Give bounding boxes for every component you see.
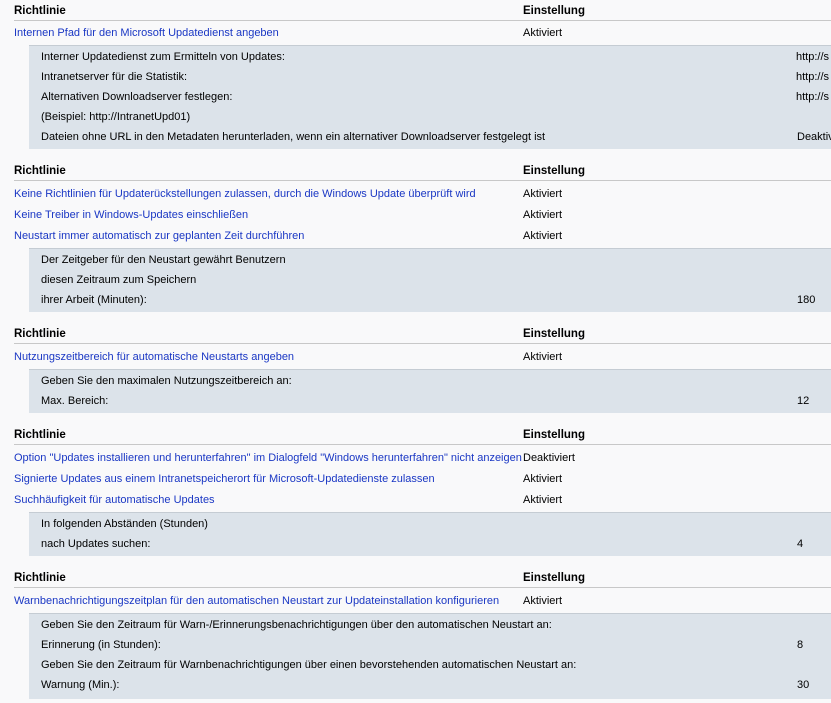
column-header-setting: Einstellung xyxy=(523,429,585,441)
detail-label: Warnung (Min.): xyxy=(41,679,120,691)
detail-label: Der Zeitgeber für den Neustart gewährt B… xyxy=(41,254,286,266)
column-header-policy: Richtlinie xyxy=(14,572,66,584)
policy-row[interactable]: Nutzungszeitbereich für automatische Neu… xyxy=(14,348,831,366)
policy-link[interactable]: Suchhäufigkeit für automatische Updates xyxy=(14,494,215,506)
policy-detail-box: Geben Sie den Zeitraum für Warn-/Erinner… xyxy=(29,613,831,699)
detail-label: Geben Sie den Zeitraum für Warn-/Erinner… xyxy=(41,619,552,631)
detail-value: http://s xyxy=(796,71,830,83)
detail-value: 4 xyxy=(797,538,804,550)
detail-value: http://s xyxy=(796,91,830,103)
policy-setting: Aktiviert xyxy=(523,188,563,200)
detail-label: Dateien ohne URL in den Metadaten herunt… xyxy=(41,131,546,143)
policy-row[interactable]: Keine Treiber in Windows-Updates einschl… xyxy=(14,206,831,224)
column-header-setting: Einstellung xyxy=(523,572,585,584)
column-header-setting: Einstellung xyxy=(523,328,585,340)
policy-detail-box: Der Zeitgeber für den Neustart gewährt B… xyxy=(29,248,831,312)
column-header-policy: Richtlinie xyxy=(14,165,66,177)
detail-value: 8 xyxy=(797,639,804,651)
policy-row[interactable]: Warnbenachrichtigungszeitplan für den au… xyxy=(14,592,831,610)
policy-setting: Aktiviert xyxy=(523,230,563,242)
policy-setting: Aktiviert xyxy=(523,27,563,39)
detail-value: Deaktiv xyxy=(797,131,831,143)
table-header: Richtlinie Einstellung xyxy=(14,163,831,181)
detail-label: (Beispiel: http://IntranetUpd01) xyxy=(41,111,191,123)
detail-label: Erinnerung (in Stunden): xyxy=(41,639,161,651)
detail-label: Geben Sie den maximalen Nutzungszeitbere… xyxy=(41,375,292,387)
column-header-policy: Richtlinie xyxy=(14,5,66,17)
policy-row[interactable]: Option "Updates installieren und herunte… xyxy=(14,449,831,467)
policy-detail-box: Geben Sie den maximalen Nutzungszeitbere… xyxy=(29,369,831,413)
detail-label: In folgenden Abständen (Stunden) xyxy=(41,518,208,530)
detail-value: 180 xyxy=(797,294,816,306)
table-header: Richtlinie Einstellung xyxy=(14,326,831,344)
table-header: Richtlinie Einstellung xyxy=(14,427,831,445)
detail-label: diesen Zeitraum zum Speichern xyxy=(41,274,197,286)
policy-setting: Aktiviert xyxy=(523,473,563,485)
policy-setting: Deaktiviert xyxy=(523,452,575,464)
policy-row[interactable]: Neustart immer automatisch zur geplanten… xyxy=(14,227,831,245)
policy-setting: Aktiviert xyxy=(523,595,563,607)
policy-row[interactable]: Suchhäufigkeit für automatische Updates … xyxy=(14,491,831,509)
column-header-setting: Einstellung xyxy=(523,165,585,177)
column-header-setting: Einstellung xyxy=(523,5,585,17)
policy-setting: Aktiviert xyxy=(523,209,563,221)
table-header: Richtlinie Einstellung xyxy=(14,570,831,588)
policy-link[interactable]: Warnbenachrichtigungszeitplan für den au… xyxy=(14,595,499,607)
detail-label: Interner Updatedienst zum Ermitteln von … xyxy=(41,51,285,63)
policy-link[interactable]: Internen Pfad für den Microsoft Updatedi… xyxy=(14,27,279,39)
policy-detail-box: In folgenden Abständen (Stunden) nach Up… xyxy=(29,512,831,556)
detail-value: 12 xyxy=(797,395,810,407)
policy-link[interactable]: Signierte Updates aus einem Intranetspei… xyxy=(14,473,435,485)
table-header: Richtlinie Einstellung xyxy=(14,3,831,21)
detail-label: ihrer Arbeit (Minuten): xyxy=(41,294,147,306)
detail-value: http://s xyxy=(796,51,830,63)
detail-label: Geben Sie den Zeitraum für Warnbenachric… xyxy=(41,659,577,671)
policy-row[interactable]: Signierte Updates aus einem Intranetspei… xyxy=(14,470,831,488)
policy-link[interactable]: Keine Treiber in Windows-Updates einschl… xyxy=(14,209,248,221)
detail-label: nach Updates suchen: xyxy=(41,538,151,550)
column-header-policy: Richtlinie xyxy=(14,328,66,340)
policy-link[interactable]: Neustart immer automatisch zur geplanten… xyxy=(14,230,304,242)
policy-setting: Aktiviert xyxy=(523,494,563,506)
column-header-policy: Richtlinie xyxy=(14,429,66,441)
detail-label: Intranetserver für die Statistik: xyxy=(41,71,188,83)
policy-link[interactable]: Keine Richtlinien für Updaterückstellung… xyxy=(14,188,476,200)
detail-value: 30 xyxy=(797,679,810,691)
policy-link[interactable]: Nutzungszeitbereich für automatische Neu… xyxy=(14,351,294,363)
policy-setting: Aktiviert xyxy=(523,351,563,363)
policy-link[interactable]: Option "Updates installieren und herunte… xyxy=(14,452,522,464)
detail-label: Max. Bereich: xyxy=(41,395,109,407)
policy-row[interactable]: Internen Pfad für den Microsoft Updatedi… xyxy=(14,24,831,42)
detail-label: Alternativen Downloadserver festlegen: xyxy=(41,91,233,103)
policy-row[interactable]: Keine Richtlinien für Updaterückstellung… xyxy=(14,185,831,203)
policy-detail-box: Interner Updatedienst zum Ermitteln von … xyxy=(29,45,831,149)
